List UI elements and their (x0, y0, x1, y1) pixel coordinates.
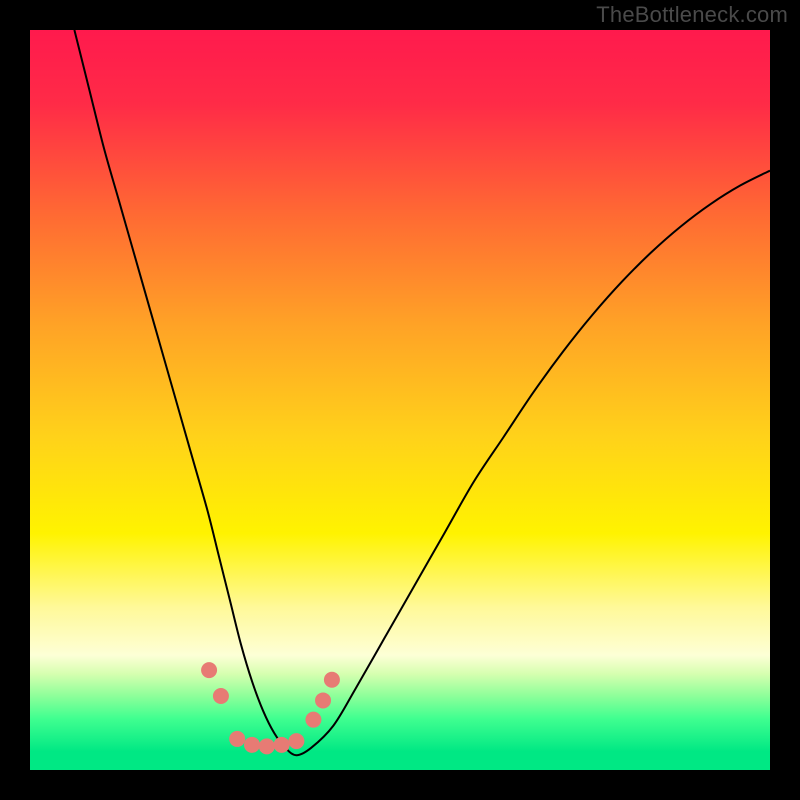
data-marker (324, 672, 340, 688)
data-marker (244, 737, 260, 753)
data-marker (213, 688, 229, 704)
data-marker (274, 737, 290, 753)
data-marker (315, 692, 331, 708)
data-marker (259, 738, 275, 754)
watermark-text: TheBottleneck.com (596, 2, 788, 28)
chart-frame: TheBottleneck.com (0, 0, 800, 800)
data-marker (305, 712, 321, 728)
bottleneck-curve (74, 30, 770, 755)
data-marker (229, 731, 245, 747)
plot-area (30, 30, 770, 770)
data-marker (288, 733, 304, 749)
data-marker (201, 662, 217, 678)
curve-layer (30, 30, 770, 770)
